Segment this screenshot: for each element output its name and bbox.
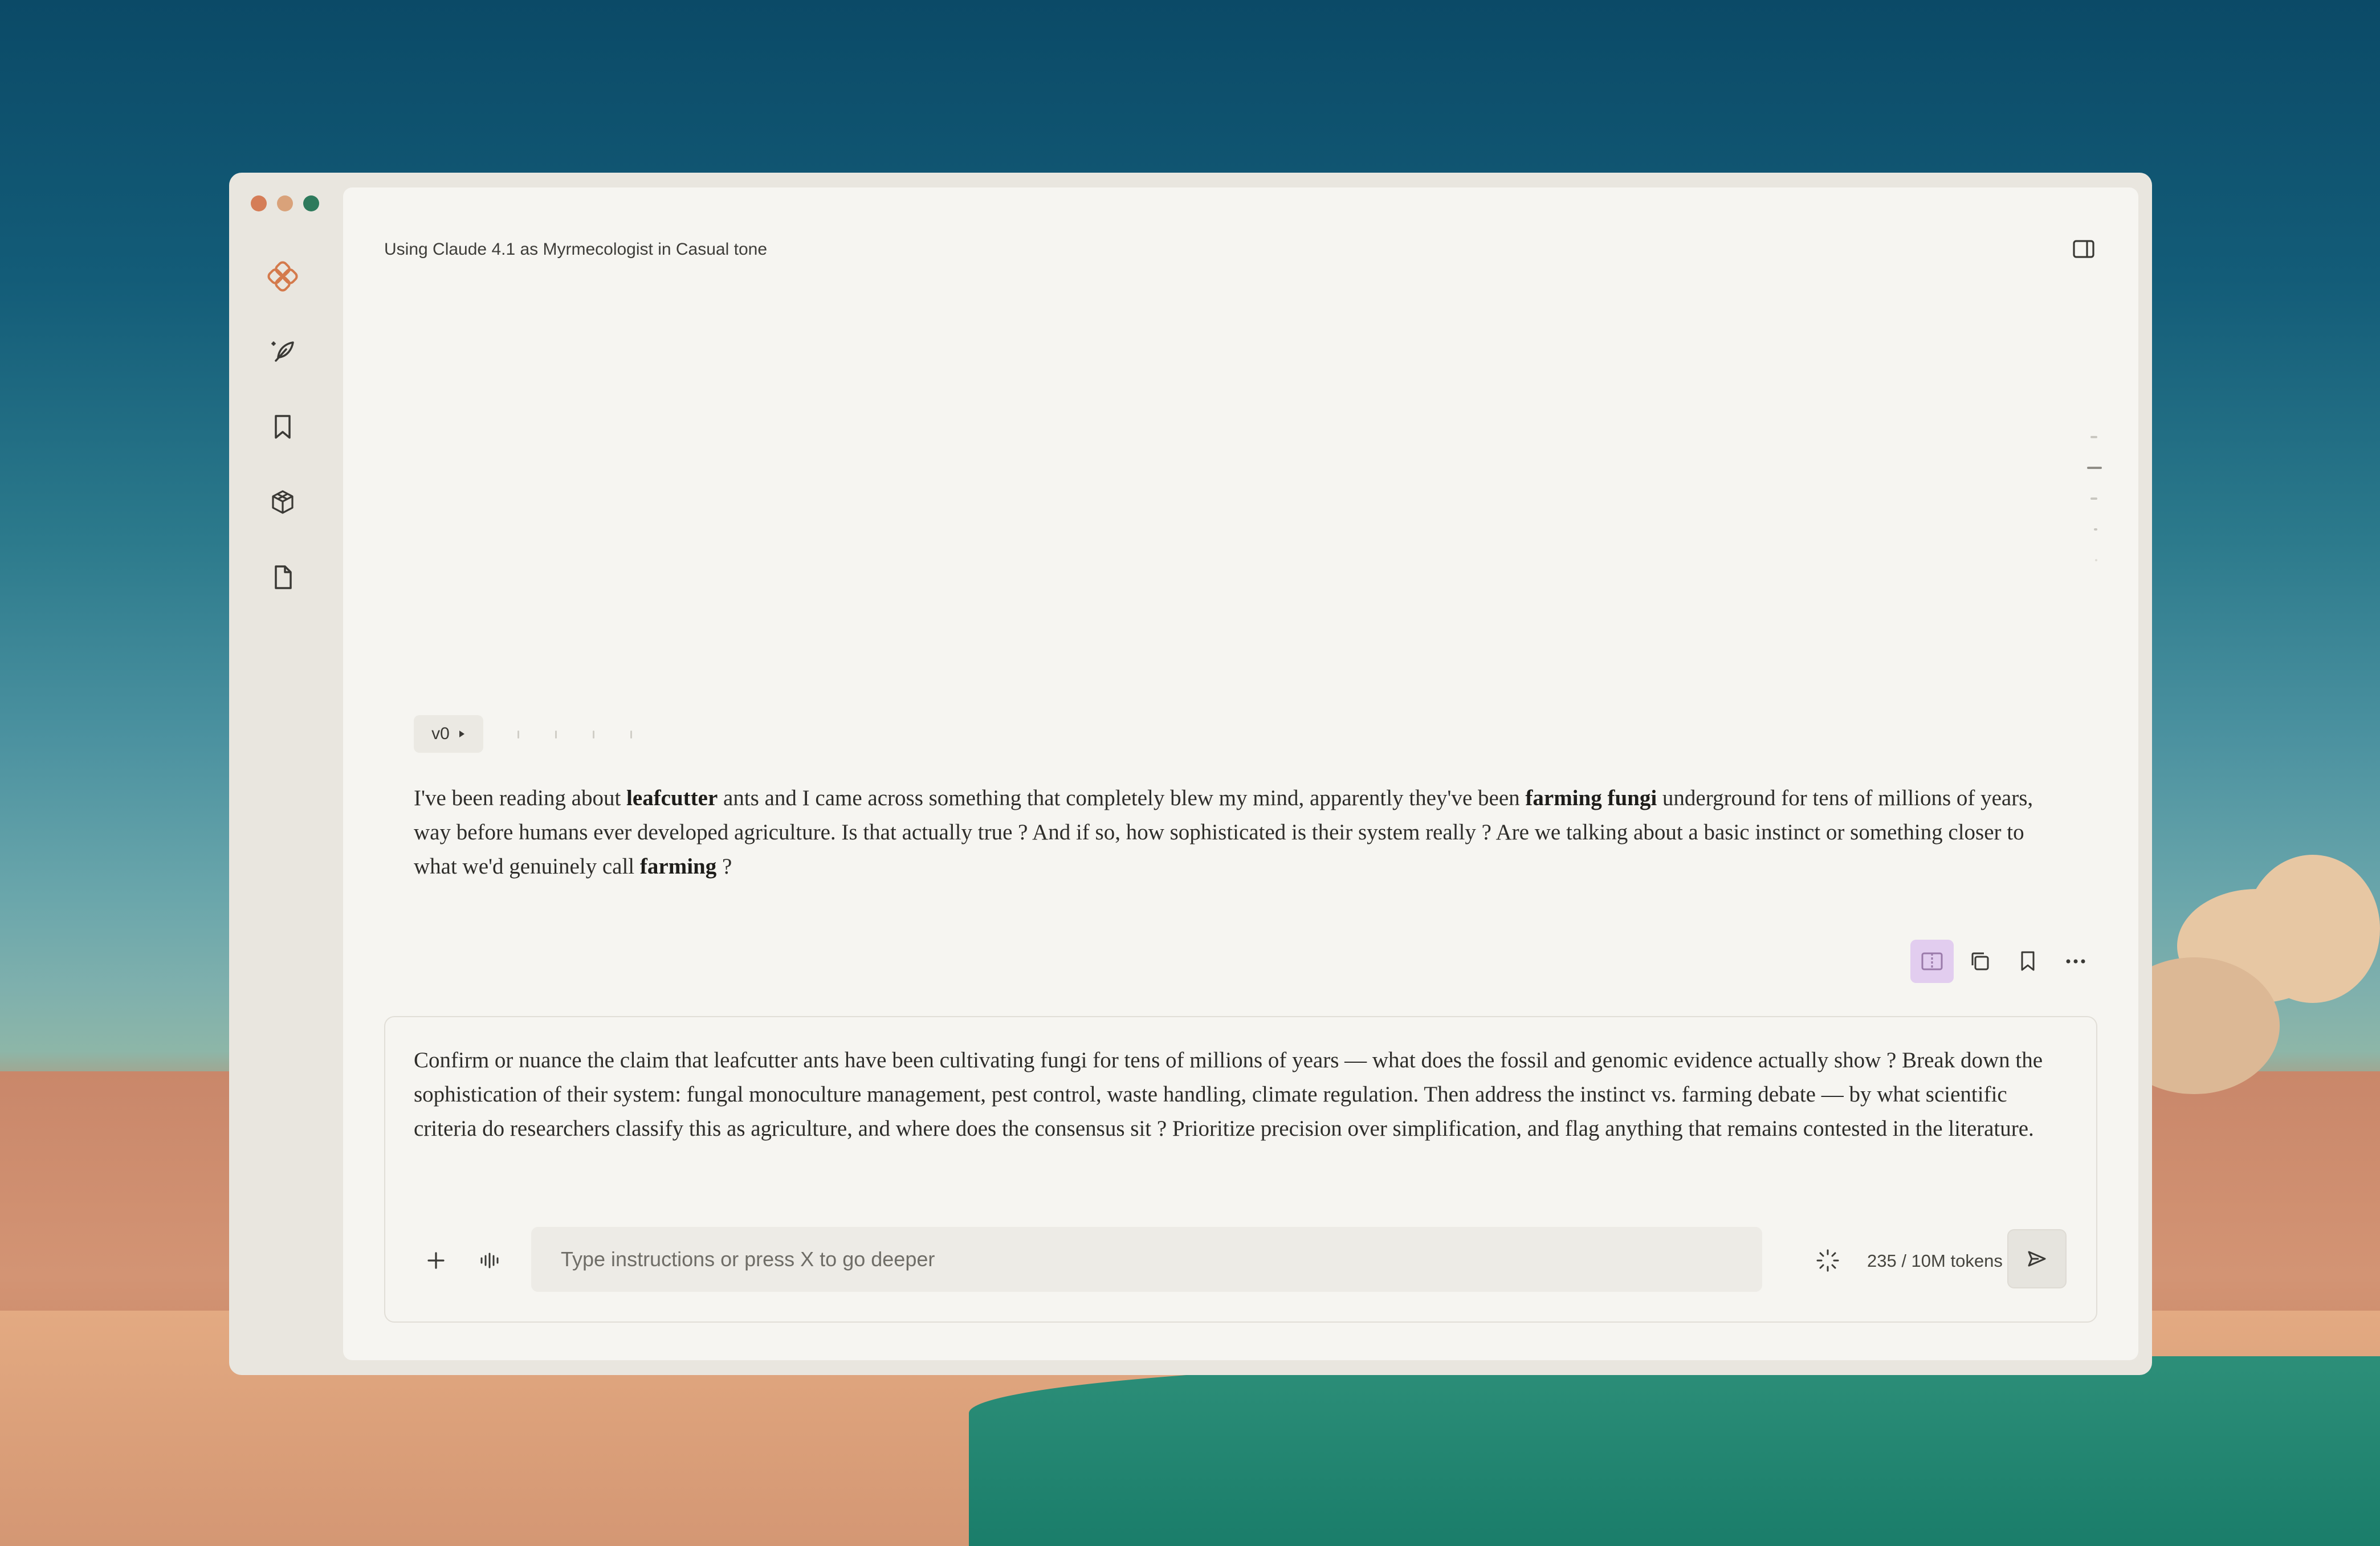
voice-input-button[interactable] bbox=[470, 1241, 510, 1280]
close-window-button[interactable] bbox=[251, 195, 267, 211]
bookmark-icon bbox=[2021, 951, 2035, 971]
send-button[interactable] bbox=[2007, 1229, 2067, 1288]
main-panel: Using Claude 4.1 as Myrmecologist in Cas… bbox=[343, 187, 2138, 1360]
more-icon bbox=[2066, 959, 2085, 964]
knot-logo-icon[interactable] bbox=[267, 260, 299, 292]
version-tick[interactable] bbox=[630, 731, 632, 739]
document-icon[interactable] bbox=[267, 561, 299, 593]
version-label: v0 bbox=[431, 724, 450, 743]
composer: Confirm or nuance the claim that leafcut… bbox=[384, 1016, 2097, 1323]
split-view-button[interactable] bbox=[1910, 940, 1954, 983]
copy-button[interactable] bbox=[1958, 940, 2002, 983]
page-title: Using Claude 4.1 as Myrmecologist in Cas… bbox=[384, 240, 767, 259]
sidebar-toggle-button[interactable] bbox=[2070, 235, 2097, 263]
version-tick[interactable] bbox=[555, 731, 557, 739]
add-attachment-button[interactable] bbox=[416, 1241, 456, 1280]
highlight-term: farming bbox=[639, 854, 717, 879]
send-icon bbox=[2028, 1251, 2046, 1267]
bookmark-message-button[interactable] bbox=[2006, 940, 2049, 983]
version-selector[interactable]: v0 bbox=[414, 715, 483, 753]
highlight-term: farming fungi bbox=[1525, 786, 1657, 810]
token-counter: 235 / 10M tokens bbox=[1867, 1251, 2003, 1271]
message-text: ants and I came across something that co… bbox=[718, 786, 1526, 810]
waveform-icon bbox=[480, 1253, 499, 1268]
highlight-term: leafcutter bbox=[626, 786, 718, 810]
instructions-input[interactable] bbox=[531, 1227, 1762, 1292]
copy-icon bbox=[1971, 952, 1989, 970]
message-text: I've been reading about bbox=[414, 786, 627, 810]
prompt-text[interactable]: Confirm or nuance the claim that leafcut… bbox=[414, 1043, 2067, 1146]
app-window: Using Claude 4.1 as Myrmecologist in Cas… bbox=[229, 173, 2152, 1375]
message-actions bbox=[1910, 940, 2097, 983]
minimize-window-button[interactable] bbox=[277, 195, 293, 211]
split-view-icon bbox=[1921, 952, 1943, 970]
message-text: ? bbox=[716, 854, 732, 879]
maximize-window-button[interactable] bbox=[303, 195, 319, 211]
bookmark-icon[interactable] bbox=[267, 411, 299, 443]
user-message: I've been reading about leafcutter ants … bbox=[414, 781, 2067, 884]
play-triangle-icon bbox=[459, 731, 464, 737]
version-tick[interactable] bbox=[517, 731, 519, 739]
version-tick[interactable] bbox=[593, 731, 594, 739]
more-options-button[interactable] bbox=[2054, 940, 2097, 983]
feather-pen-icon[interactable] bbox=[267, 336, 299, 368]
sidebar-toggle-icon bbox=[2073, 240, 2094, 258]
cube-icon[interactable] bbox=[267, 486, 299, 518]
loading-spinner-icon bbox=[1808, 1241, 1848, 1280]
plus-icon bbox=[427, 1252, 445, 1269]
